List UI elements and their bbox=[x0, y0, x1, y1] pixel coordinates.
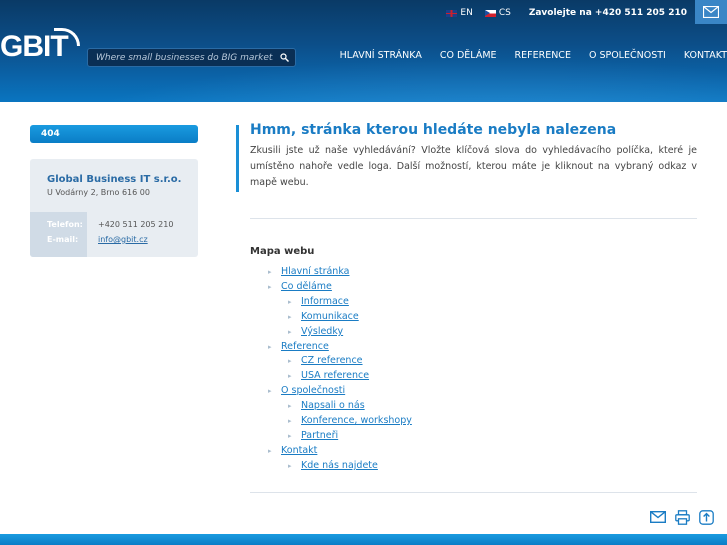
sitemap-bullet-icon: ▸ bbox=[288, 432, 292, 440]
nav-home[interactable]: HLAVNÍ STRÁNKA bbox=[340, 50, 422, 61]
search-input[interactable] bbox=[88, 52, 273, 63]
sitemap-bullet-icon: ▸ bbox=[268, 447, 272, 455]
sitemap-item: Informace bbox=[301, 296, 349, 307]
sitemap-link[interactable]: Konference, workshopy bbox=[301, 415, 412, 426]
sitemap-bullet-icon: ▸ bbox=[288, 462, 292, 470]
main-nav: HLAVNÍ STRÁNKA CO DĚLÁME REFERENCE O SPO… bbox=[322, 50, 727, 61]
sitemap-bullet-icon: ▸ bbox=[288, 357, 292, 365]
sitemap-item: Napsali o nás bbox=[301, 400, 365, 411]
sitemap-link[interactable]: Partneři bbox=[301, 430, 338, 441]
company-card: Global Business IT s.r.o. U Vodárny 2, B… bbox=[30, 159, 198, 257]
search-button[interactable] bbox=[273, 48, 295, 67]
sitemap-bullet-icon: ▸ bbox=[268, 343, 272, 351]
sitemap-bullet-icon: ▸ bbox=[288, 298, 292, 306]
sitemap-link[interactable]: Hlavní stránka bbox=[281, 266, 350, 277]
lang-cs[interactable]: CS bbox=[484, 8, 511, 18]
nav-references[interactable]: REFERENCE bbox=[515, 50, 571, 61]
lang-en-label: EN bbox=[460, 8, 473, 18]
sitemap-item: Co děláme bbox=[281, 281, 332, 292]
sitemap-item: USA reference bbox=[301, 370, 369, 381]
sitemap-item: O společnosti bbox=[281, 385, 345, 396]
sitemap-item: CZ reference bbox=[301, 355, 363, 366]
top-bar: EN CS Zavolejte na +420 511 205 210 bbox=[446, 0, 727, 26]
mail-icon bbox=[650, 511, 666, 523]
nav-contact[interactable]: KONTAKT bbox=[684, 50, 727, 61]
nav-services[interactable]: CO DĚLÁME bbox=[440, 50, 497, 61]
lang-en[interactable]: EN bbox=[446, 8, 473, 18]
email-label: E-mail: bbox=[47, 235, 79, 244]
sitemap-link[interactable]: O společnosti bbox=[281, 385, 345, 396]
sitemap-link[interactable]: Reference bbox=[281, 341, 329, 352]
sitemap-bullet-icon: ▸ bbox=[288, 372, 292, 380]
sitemap-bullet-icon: ▸ bbox=[288, 313, 292, 321]
cz-flag-icon bbox=[484, 9, 496, 17]
phone-callout: Zavolejte na +420 511 205 210 bbox=[528, 8, 687, 18]
phone-label: Telefon: bbox=[47, 220, 83, 229]
sitemap-link[interactable]: Kde nás najdete bbox=[301, 460, 378, 471]
sitemap-item: Konference, workshopy bbox=[301, 415, 412, 426]
sitemap-link[interactable]: Informace bbox=[301, 296, 349, 307]
nav-about[interactable]: O SPOLEČNOSTI bbox=[589, 50, 666, 61]
sitemap-item: Partneři bbox=[301, 430, 338, 441]
divider-bottom bbox=[250, 492, 697, 493]
title-accent-bar bbox=[236, 125, 239, 192]
sitemap-link[interactable]: Co děláme bbox=[281, 281, 332, 292]
sitemap-link[interactable]: Kontakt bbox=[281, 445, 317, 456]
footer-bar bbox=[0, 534, 727, 545]
sitemap-link[interactable]: Napsali o nás bbox=[301, 400, 365, 411]
sitemap-bullet-icon: ▸ bbox=[268, 283, 272, 291]
sitemap-item: Komunikace bbox=[301, 311, 359, 322]
print-button[interactable] bbox=[673, 508, 691, 526]
mail-corner-button[interactable] bbox=[695, 0, 727, 24]
header: GBIT EN CS Zavolejte na +420 511 205 210… bbox=[0, 0, 727, 102]
sitemap-title: Mapa webu bbox=[250, 246, 315, 257]
intro-text: Zkusili jste už naše vyhledávání? Vložte… bbox=[250, 145, 697, 188]
page-title: Hmm, stránka kterou hledáte nebyla nalez… bbox=[250, 122, 617, 138]
mail-button[interactable] bbox=[649, 508, 667, 526]
sitemap-link[interactable]: Komunikace bbox=[301, 311, 359, 322]
search-icon bbox=[279, 53, 289, 62]
scroll-top-icon bbox=[698, 509, 714, 525]
sitemap-bullet-icon: ▸ bbox=[268, 387, 272, 395]
divider-top bbox=[250, 218, 697, 219]
sitemap-item: Výsledky bbox=[301, 326, 343, 337]
sitemap-bullet-icon: ▸ bbox=[268, 268, 272, 276]
lang-cs-label: CS bbox=[498, 8, 511, 18]
company-name: Global Business IT s.r.o. bbox=[47, 174, 182, 185]
envelope-icon bbox=[703, 6, 719, 18]
sitemap-link[interactable]: CZ reference bbox=[301, 355, 363, 366]
page-tools bbox=[643, 508, 715, 526]
sitemap-item: Kontakt bbox=[281, 445, 317, 456]
sitemap-bullet-icon: ▸ bbox=[288, 417, 292, 425]
sidebar-404-title: 404 bbox=[30, 125, 198, 143]
uk-flag-icon bbox=[446, 9, 458, 17]
email-value: info@gbit.cz bbox=[98, 235, 148, 244]
company-address: U Vodárny 2, Brno 616 00 bbox=[47, 188, 150, 197]
phone-value: +420 511 205 210 bbox=[98, 220, 174, 229]
sitemap-bullet-icon: ▸ bbox=[288, 328, 292, 336]
sitemap-bullet-icon: ▸ bbox=[288, 402, 292, 410]
sitemap-link[interactable]: USA reference bbox=[301, 370, 369, 381]
logo-arc-icon bbox=[54, 28, 80, 46]
search-box bbox=[87, 48, 296, 67]
print-icon bbox=[674, 509, 690, 525]
sitemap-item: Reference bbox=[281, 341, 329, 352]
sitemap-link[interactable]: Výsledky bbox=[301, 326, 343, 337]
sitemap-item: Kde nás najdete bbox=[301, 460, 378, 471]
scroll-top-button[interactable] bbox=[697, 508, 715, 526]
email-link[interactable]: info@gbit.cz bbox=[98, 235, 148, 244]
sitemap-item: Hlavní stránka bbox=[281, 266, 350, 277]
